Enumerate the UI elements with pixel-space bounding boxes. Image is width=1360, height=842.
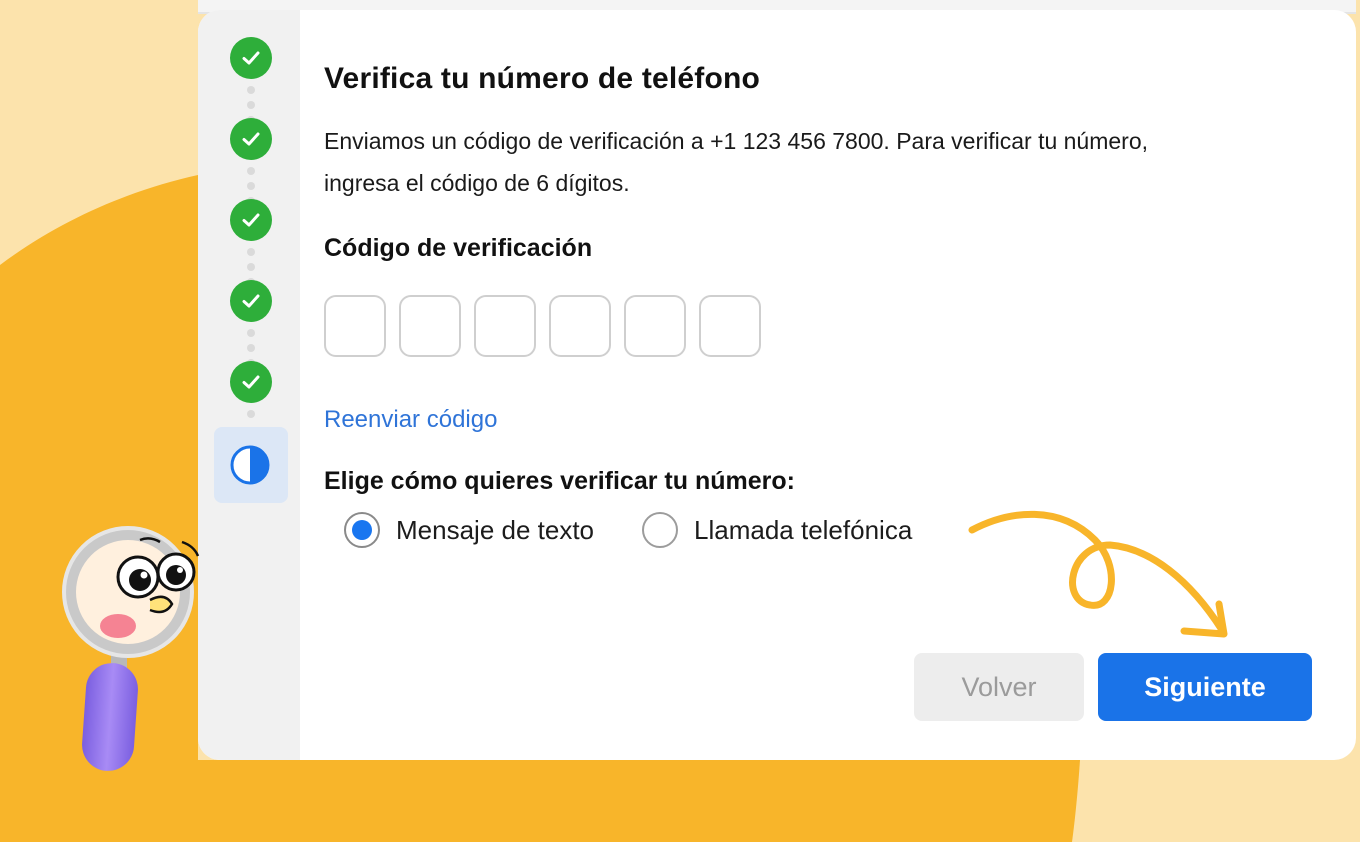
back-button[interactable]: Volver (914, 653, 1084, 721)
progress-rail (198, 10, 300, 760)
method-radio-group: Mensaje de texto Llamada telefónica (344, 512, 960, 548)
next-button[interactable]: Siguiente (1098, 653, 1312, 721)
code-digit-input[interactable] (324, 295, 386, 357)
code-digit-input[interactable] (399, 295, 461, 357)
step-1-complete-icon (230, 37, 272, 79)
resend-code-link[interactable]: Reenviar código (324, 406, 497, 434)
description-text: Enviamos un código de verificación a +1 … (324, 128, 1149, 196)
radio-unselected-icon[interactable] (642, 512, 679, 548)
code-label: Código de verificación (324, 234, 593, 262)
code-digit-input[interactable] (624, 295, 686, 357)
code-digit-input[interactable] (474, 295, 536, 357)
step-5-complete-icon (230, 361, 272, 403)
radio-call-label: Llamada telefónica (694, 514, 913, 545)
main-content: Verifica tu número de teléfono Enviamos … (324, 10, 1356, 760)
step-4-complete-icon (230, 280, 272, 322)
radio-sms[interactable]: Mensaje de texto (344, 512, 594, 548)
code-digit-input[interactable] (549, 295, 611, 357)
step-3-complete-icon (230, 199, 272, 241)
code-input-group (324, 295, 761, 357)
code-digit-input[interactable] (699, 295, 761, 357)
radio-selected-icon[interactable] (344, 512, 380, 548)
radio-sms-label: Mensaje de texto (396, 514, 595, 545)
step-2-complete-icon (230, 118, 272, 160)
step-6-current (214, 427, 288, 503)
verification-card: Verifica tu número de teléfono Enviamos … (198, 10, 1356, 760)
page-title: Verifica tu número de teléfono (324, 62, 761, 95)
step-connector (247, 410, 255, 425)
half-circle-icon (230, 445, 270, 485)
method-label: Elige cómo quieres verificar tu número: (324, 467, 795, 495)
radio-call[interactable]: Llamada telefónica (642, 512, 912, 548)
